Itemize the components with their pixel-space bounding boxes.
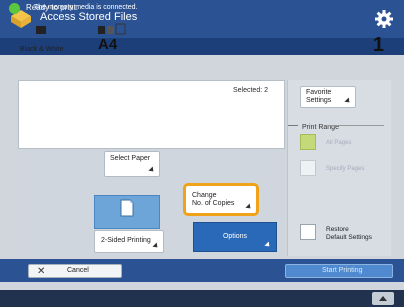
footer-bar <box>0 290 404 307</box>
all-pages-option[interactable] <box>300 134 316 150</box>
restore-defaults-label: Restore Default Settings <box>326 226 372 241</box>
two-sided-label: 2-Sided Printing <box>101 237 151 244</box>
footer-message: The memory media is connected. <box>34 4 138 11</box>
close-icon: ✕ <box>37 266 46 277</box>
paper-source-icon <box>98 23 126 35</box>
chevron-icon <box>264 241 272 249</box>
expand-button[interactable] <box>372 292 394 305</box>
screen: Access Stored Files Ready to print. Sele… <box>0 0 404 307</box>
ready-status-icon <box>9 3 20 14</box>
black-white-icon <box>36 26 46 34</box>
chevron-up-icon <box>379 296 387 301</box>
two-sided-printing-button[interactable]: 2-Sided Printing <box>94 230 164 253</box>
gear-icon[interactable] <box>374 9 394 29</box>
cancel-button[interactable]: ✕ Cancel <box>28 264 122 278</box>
cancel-label: Cancel <box>67 267 89 274</box>
chevron-icon <box>344 97 352 105</box>
specify-pages-label: Specify Pages <box>326 166 365 172</box>
select-paper-button[interactable]: Select Paper <box>104 151 160 177</box>
chevron-icon <box>148 166 156 174</box>
select-paper-label: Select Paper <box>110 155 151 162</box>
paper-size-value: A4 <box>98 36 118 53</box>
copies-value: 1 <box>372 34 384 56</box>
selected-count: Selected: 2 <box>232 87 268 94</box>
window-title: Access Stored Files <box>40 11 138 23</box>
divider <box>328 125 384 126</box>
options-button[interactable]: Options <box>193 222 277 252</box>
chevron-icon <box>152 242 160 250</box>
settings-summary: Selected: 2 <box>18 80 285 149</box>
restore-defaults-button[interactable] <box>300 224 316 240</box>
two-sided-icon <box>120 199 134 217</box>
options-label: Options <box>222 233 248 240</box>
all-pages-label: All Pages <box>326 140 352 146</box>
divider <box>288 125 298 126</box>
favorite-settings-button[interactable]: Favorite Settings <box>300 86 356 108</box>
change-copies-label: Change No. of Copies <box>192 192 235 207</box>
change-copies-button[interactable]: Change No. of Copies <box>183 183 259 216</box>
start-printing-label: Start Printing <box>322 267 363 274</box>
specify-pages-option[interactable] <box>300 160 316 176</box>
color-mode-label: Black & White <box>20 46 64 53</box>
start-printing-button[interactable]: Start Printing <box>285 264 393 278</box>
